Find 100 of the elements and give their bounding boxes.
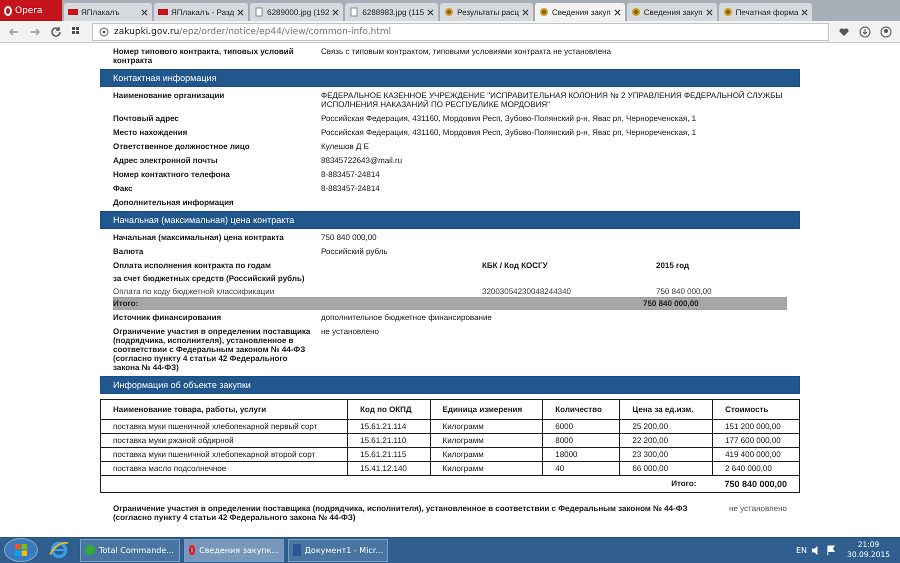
table-cell: 66 000,00	[620, 462, 713, 476]
close-icon[interactable]	[801, 8, 808, 16]
opera-menu-button[interactable]: Opera	[0, 0, 62, 21]
table-cell: 22 200,00	[620, 434, 713, 448]
section-header: Информация об объекте закупки	[100, 376, 800, 394]
forward-icon[interactable]	[29, 26, 41, 38]
field-label: Место нахождения	[113, 128, 188, 137]
table-cell: 6000	[542, 420, 620, 434]
field-value: дополнительное бюджетное финансирование	[321, 313, 493, 322]
field-value: 8-883457-24814	[321, 170, 381, 179]
column-heading: КБК / Код КОСГУ	[482, 261, 549, 270]
browser-globe-icon[interactable]	[48, 539, 70, 561]
column-header: Код по ОКПД	[348, 400, 430, 420]
image-file-icon	[349, 7, 360, 17]
browser-tab[interactable]: Сведения закуп	[626, 3, 717, 21]
field-value: 8-883457-24814	[321, 184, 381, 193]
emblem-icon	[630, 7, 641, 17]
close-icon[interactable]	[141, 8, 148, 16]
close-icon[interactable]	[706, 8, 713, 16]
field-label: Начальная (максимальная) цена контракта	[113, 233, 285, 242]
table-cell: 25 200,00	[620, 420, 713, 434]
emblem-icon	[722, 7, 733, 17]
close-icon[interactable]	[522, 8, 529, 16]
field-label: Ограничение участия в определении поставщика (подрядчика, исполнителя), установленное в соответствии с Федеральным законом № 44-ФЗ (согласно пункту 4 статьи 42 Федерального закона № 44-ФЗ)	[113, 327, 312, 372]
table-cell: 15.61.21.114	[348, 420, 430, 434]
field-label: Дополнительная информация	[113, 198, 235, 207]
reload-icon[interactable]	[50, 26, 62, 38]
download-icon[interactable]	[859, 26, 871, 38]
table-cell: 18000	[542, 448, 620, 462]
field-label: Наименование организации	[113, 91, 226, 102]
table-cell: Килограмм	[430, 462, 543, 476]
table-cell: 419 400 000,00	[712, 448, 800, 462]
table-cell: поставка муки ржаной обдирной	[100, 434, 348, 448]
field-label: Источник финансирования	[113, 313, 222, 322]
language-indicator[interactable]: EN	[796, 546, 808, 554]
field-value: Кулешов Д Е	[321, 142, 370, 151]
table-cell-text: 750 840 000,00	[656, 287, 713, 296]
table-cell-text: 32003054230048244340	[482, 287, 572, 296]
total-value: 750 840 000,00	[643, 299, 700, 308]
taskbar-item[interactable]: Total Commande...	[80, 538, 180, 562]
field-label: Номер типового контракта, типовых условий контракта	[113, 47, 295, 65]
browser-tab[interactable]: ЯПлакалъ - Разд	[154, 3, 248, 21]
column-header: Количество	[542, 400, 620, 420]
table-cell: поставка муки пшеничной хлебопекарной второй сорт	[100, 448, 348, 462]
section-header: Начальная (максимальная) цена контракта	[100, 211, 800, 229]
field-value: Российская Федерация, 431160, Мордовия Респ, Зубово-Полянский р-н, Явас рп, Чернореченская, 1	[321, 128, 698, 137]
column-heading: Оплата исполнения контракта по годам	[113, 261, 272, 270]
field-label: Почтовый адрес	[113, 114, 180, 123]
close-icon[interactable]	[427, 8, 434, 16]
taskbar-item[interactable]: Документ1 - Micr...	[288, 538, 388, 562]
field-label: Ограничение участия в определении поставщика (подрядчика, исполнителя), установленное в соответствии с Федеральным законом № 44-ФЗ (согласно пункту 4 статьи 42 Федерального закона № 44-ФЗ)	[113, 504, 689, 522]
column-header: Стоимость	[712, 400, 800, 420]
browser-tab[interactable]: 6289000.jpg (192	[250, 3, 344, 21]
browser-tab[interactable]: Печатная форма	[718, 3, 812, 21]
flag-icon[interactable]	[826, 544, 838, 556]
table-cell: 2 640 000,00	[712, 462, 800, 476]
field-value: 88345722643@mail.ru	[321, 156, 404, 165]
table-cell: 15.61.21.110	[348, 434, 430, 448]
table-cell: Килограмм	[430, 434, 543, 448]
field-label: Адрес электронной почты	[113, 156, 219, 165]
table-cell: 23 300,00	[620, 448, 713, 462]
heart-icon[interactable]	[838, 26, 850, 38]
column-header: Единица измерения	[430, 400, 543, 420]
column-header: Цена за ед.изм.	[620, 400, 713, 420]
windows-logo-icon	[15, 544, 27, 556]
field-label: Ответственное должностное лицо	[113, 142, 251, 151]
table-cell: 151 200 000,00	[712, 420, 800, 434]
field-value: не установлено	[728, 504, 787, 515]
browser-tab[interactable]: 6288983.jpg (115	[345, 3, 438, 21]
field-value: ФЕДЕРАЛЬНОЕ КАЗЕННОЕ УЧРЕЖДЕНИЕ "ИСПРАВИТЕЛЬНАЯ КОЛОНИЯ № 2 УПРАВЛЕНИЯ ФЕДЕРАЛЬНОЙ СЛУЖБЫ ИСПОЛНЕНИЯ НАКАЗАНИЙ ПО РЕСПУБЛИКЕ МОРДОВИЯ"	[321, 91, 784, 109]
table-cell-text: Оплата по коду бюджетной классификации	[113, 287, 276, 296]
table-cell: поставка масло подсолнечное	[100, 462, 348, 476]
table-cell: Килограмм	[430, 420, 543, 434]
table-cell: 15.61.21.115	[348, 448, 430, 462]
table-cell: 15.41.12.140	[348, 462, 430, 476]
browser-tab[interactable]: ЯПлакалъ	[64, 3, 152, 21]
field-value: Связь с типовым контрактом, типовыми условиями контракта не установлена	[321, 47, 612, 58]
close-icon[interactable]	[332, 8, 340, 16]
field-label: Валюта	[113, 247, 144, 256]
field-value: не установлено	[321, 327, 380, 338]
table-cell: 40	[542, 462, 620, 476]
column-heading: 2015 год	[656, 261, 690, 270]
emblem-icon	[444, 7, 454, 17]
total-label: Итого:	[113, 299, 140, 308]
field-label: Номер контактного телефона	[113, 170, 231, 179]
column-header: Наименование товара, работы, услуги	[100, 400, 348, 420]
field-value: Российский рубль	[321, 247, 389, 256]
table-cell: поставка муки пшеничной хлебопекарной первый сорт	[100, 420, 348, 434]
subheading: за счет бюджетных средств (Российский рубль)	[113, 274, 306, 283]
browser-tab[interactable]: Результаты расц	[440, 3, 533, 21]
start-button[interactable]	[4, 538, 38, 562]
table-cell: 8000	[542, 434, 620, 448]
back-icon[interactable]	[8, 26, 20, 38]
browser-tab[interactable]: Сведения закуп	[534, 3, 625, 21]
close-icon[interactable]	[237, 8, 244, 16]
emblem-icon	[538, 7, 549, 17]
address-field[interactable]: zakupki.gov.ru/epz/order/notice/ep44/view/common-info.html	[92, 22, 829, 40]
table-cell: Килограмм	[430, 448, 543, 462]
close-icon[interactable]	[614, 8, 621, 16]
field-value: 750 840 000,00	[321, 233, 378, 242]
